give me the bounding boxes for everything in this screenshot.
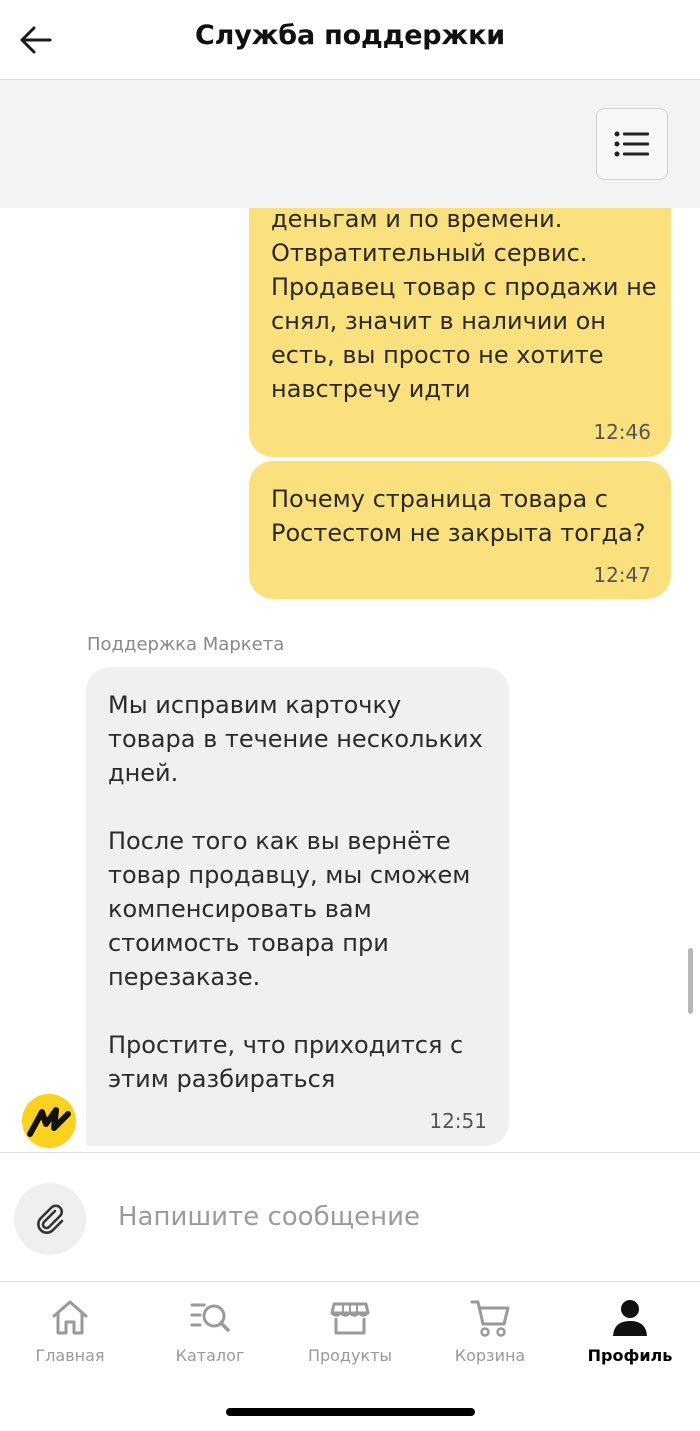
- message-time: 12:46: [593, 420, 651, 444]
- tab-home[interactable]: Главная: [0, 1292, 140, 1372]
- message-composer: [0, 1152, 700, 1282]
- menu-button[interactable]: [596, 108, 668, 180]
- store-icon: [330, 1302, 370, 1335]
- message-time: 12:47: [593, 563, 651, 587]
- tab-label: Профиль: [587, 1346, 673, 1365]
- tab-label: Каталог: [175, 1346, 245, 1365]
- message-input[interactable]: [118, 1197, 678, 1237]
- cart-icon: [470, 1300, 510, 1337]
- chat-toolbar: [0, 80, 700, 208]
- tab-products[interactable]: Продукты: [280, 1292, 420, 1372]
- market-logo-icon: [22, 1094, 76, 1148]
- sender-name: Поддержка Маркета: [87, 634, 285, 655]
- top-bar: Служба поддержки: [0, 0, 700, 80]
- tab-label: Продукты: [307, 1346, 393, 1365]
- page-title: Служба поддержки: [195, 20, 505, 51]
- paperclip-icon: [37, 1204, 64, 1234]
- tab-profile[interactable]: Профиль: [560, 1292, 700, 1372]
- tab-cart[interactable]: Корзина: [420, 1292, 560, 1372]
- attach-button[interactable]: [14, 1183, 86, 1255]
- message-text: Мы исправим карточку товара в течение не…: [108, 691, 483, 1093]
- tab-label: Главная: [35, 1346, 105, 1365]
- message-bubble-incoming: Мы исправим карточку товара в течение не…: [86, 667, 509, 1146]
- message-text: деньгам и по времени. Отвратительный сер…: [271, 208, 657, 403]
- chat-messages[interactable]: деньгам и по времени. Отвратительный сер…: [0, 208, 700, 1152]
- message-bubble-outgoing: Почему страница товара с Ростестом не за…: [249, 461, 671, 599]
- home-icon: [52, 1300, 88, 1335]
- list-icon: [614, 131, 649, 157]
- home-indicator: [226, 1408, 475, 1416]
- message-text: Почему страница товара с Ростестом не за…: [271, 485, 646, 547]
- chat-scrollbar[interactable]: [688, 948, 693, 1014]
- message-time: 12:51: [429, 1109, 487, 1133]
- profile-icon: [613, 1300, 647, 1336]
- tab-label: Корзина: [454, 1346, 526, 1365]
- tab-catalog[interactable]: Каталог: [140, 1292, 280, 1372]
- catalog-search-icon: [190, 1303, 230, 1332]
- message-bubble-outgoing: деньгам и по времени. Отвратительный сер…: [249, 208, 671, 457]
- support-avatar: [22, 1094, 76, 1148]
